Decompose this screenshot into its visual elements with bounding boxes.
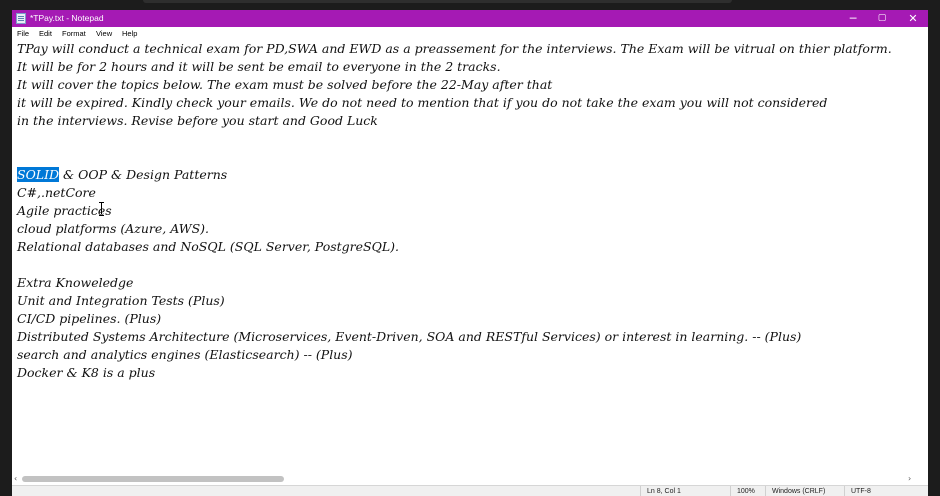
- text-line: C#,.netCore: [17, 185, 96, 200]
- status-zoom: 100%: [730, 486, 765, 496]
- status-cursor-position: Ln 8, Col 1: [640, 486, 730, 496]
- close-button[interactable]: ✕: [898, 10, 928, 27]
- menu-file[interactable]: File: [17, 28, 29, 39]
- text-line: Distributed Systems Architecture (Micros…: [17, 329, 802, 344]
- text-line: in the interviews. Revise before you sta…: [17, 113, 378, 128]
- status-encoding: UTF-8: [844, 486, 928, 496]
- text-line: It will be for 2 hours and it will be se…: [17, 59, 501, 74]
- text-line: TPay will conduct a technical exam for P…: [17, 41, 892, 56]
- maximize-button[interactable]: ▢: [867, 10, 897, 27]
- menu-view[interactable]: View: [96, 28, 112, 39]
- status-bar: Ln 8, Col 1 100% Windows (CRLF) UTF-8: [12, 485, 928, 496]
- text-line: Relational databases and NoSQL (SQL Serv…: [17, 239, 400, 254]
- text-line: It will cover the topics below. The exam…: [17, 77, 553, 92]
- notepad-app-icon[interactable]: [16, 13, 26, 24]
- text-line: Unit and Integration Tests (Plus): [17, 293, 225, 308]
- text-line-selected: SOLID & OOP & Design Patterns: [17, 166, 227, 184]
- text-line: it will be expired. Kindly check your em…: [17, 95, 828, 110]
- text-line: cloud platforms (Azure, AWS).: [17, 221, 210, 236]
- scroll-right-arrow-icon[interactable]: ›: [908, 472, 911, 485]
- horizontal-scrollbar[interactable]: ‹ ›: [12, 472, 928, 485]
- minimize-button[interactable]: ─: [838, 10, 868, 27]
- menu-help[interactable]: Help: [122, 28, 137, 39]
- scroll-left-arrow-icon[interactable]: ‹: [14, 472, 17, 485]
- text-cursor-ibeam-icon: [99, 202, 105, 216]
- text-line: Docker & K8 is a plus: [17, 365, 156, 380]
- text-line: search and analytics engines (Elasticsea…: [17, 347, 353, 362]
- text-line: Agile practices: [17, 203, 112, 218]
- text-after-selection: & OOP & Design Patterns: [59, 167, 228, 182]
- menu-format[interactable]: Format: [62, 28, 86, 39]
- text-line: Extra Knoweledge: [17, 275, 134, 290]
- menu-edit[interactable]: Edit: [39, 28, 52, 39]
- text-editor-area[interactable]: TPay will conduct a technical exam for P…: [12, 40, 928, 472]
- selected-text[interactable]: SOLID: [17, 167, 60, 182]
- window-title: *TPay.txt - Notepad: [30, 13, 104, 23]
- menu-bar: File Edit Format View Help: [12, 27, 928, 40]
- title-bar[interactable]: *TPay.txt - Notepad ─ ▢ ✕: [12, 10, 928, 27]
- top-overlay-strip: [143, 0, 732, 3]
- text-line: CI/CD pipelines. (Plus): [17, 311, 162, 326]
- status-line-ending: Windows (CRLF): [765, 486, 844, 496]
- notepad-window: *TPay.txt - Notepad ─ ▢ ✕ File Edit Form…: [12, 10, 928, 496]
- scroll-thumb[interactable]: [22, 476, 284, 482]
